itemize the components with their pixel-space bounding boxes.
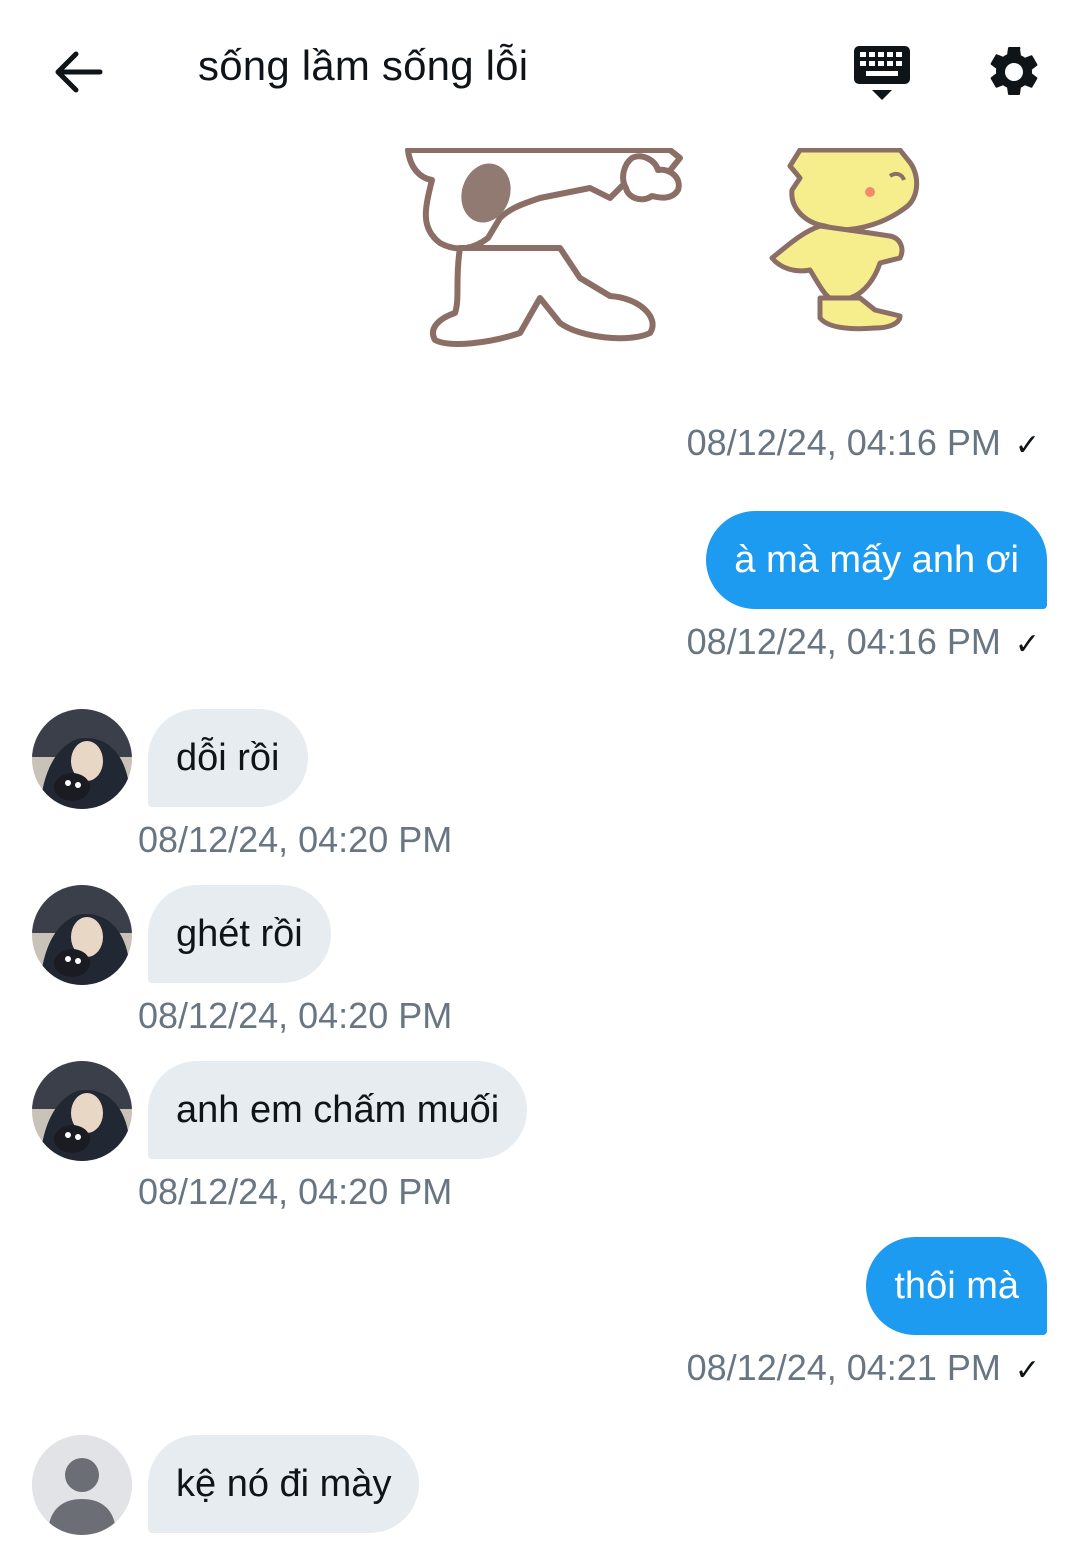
timestamp-text: 08/12/24, 04:21 PM <box>686 1347 1001 1388</box>
avatar[interactable] <box>32 709 132 809</box>
sticker-message[interactable] <box>380 147 1000 358</box>
incoming-message-bubble[interactable]: anh em chấm muối <box>148 1061 528 1159</box>
avatar[interactable] <box>32 1061 132 1161</box>
avatar[interactable] <box>32 885 132 985</box>
default-user-icon <box>32 1435 132 1535</box>
keyboard-icon <box>854 46 910 100</box>
message-timestamp: 08/12/24, 04:20 PM <box>138 1171 453 1212</box>
incoming-message-bubble[interactable]: kệ nó đi mày <box>148 1435 420 1533</box>
message-timestamp: 08/12/24, 04:20 PM <box>138 819 453 860</box>
incoming-message-bubble[interactable]: ghét rồi <box>148 885 331 983</box>
arrow-left-icon <box>55 51 103 93</box>
keyboard-button[interactable] <box>848 42 916 106</box>
user-photo-avatar <box>32 885 132 985</box>
back-button[interactable] <box>50 44 106 100</box>
incoming-message-bubble[interactable]: dỗi rồi <box>148 709 308 807</box>
read-check-icon: ✓ <box>1014 429 1040 462</box>
conversation-title: sống lầm sống lỗi <box>198 42 529 89</box>
message-timestamp: 08/12/24, 04:16 PM ✓ <box>687 422 1040 464</box>
avatar[interactable] <box>32 1435 132 1535</box>
message-timestamp: 08/12/24, 04:21 PM ✓ <box>687 1347 1040 1389</box>
outgoing-message-bubble[interactable]: à mà mấy anh ơi <box>706 511 1047 609</box>
outgoing-message-bubble[interactable]: thôi mà <box>866 1237 1047 1335</box>
message-timestamp: 08/12/24, 04:16 PM ✓ <box>687 621 1040 663</box>
read-check-icon: ✓ <box>1014 628 1040 661</box>
timestamp-text: 08/12/24, 04:16 PM <box>686 621 1001 662</box>
snoopy-woodstock-sticker <box>405 147 920 347</box>
read-check-icon: ✓ <box>1014 1354 1040 1387</box>
timestamp-text: 08/12/24, 04:16 PM <box>686 422 1001 463</box>
message-timestamp: 08/12/24, 04:20 PM <box>138 995 453 1036</box>
user-photo-avatar <box>32 709 132 809</box>
user-photo-avatar <box>32 1061 132 1161</box>
gear-icon <box>990 46 1038 95</box>
settings-button[interactable] <box>984 42 1044 102</box>
chat-header: sống lầm sống lỗi <box>0 0 1080 145</box>
chat-screen: sống lầm sống lỗi 08/12/24, 04:16 PM ✓ à… <box>0 0 1080 1544</box>
